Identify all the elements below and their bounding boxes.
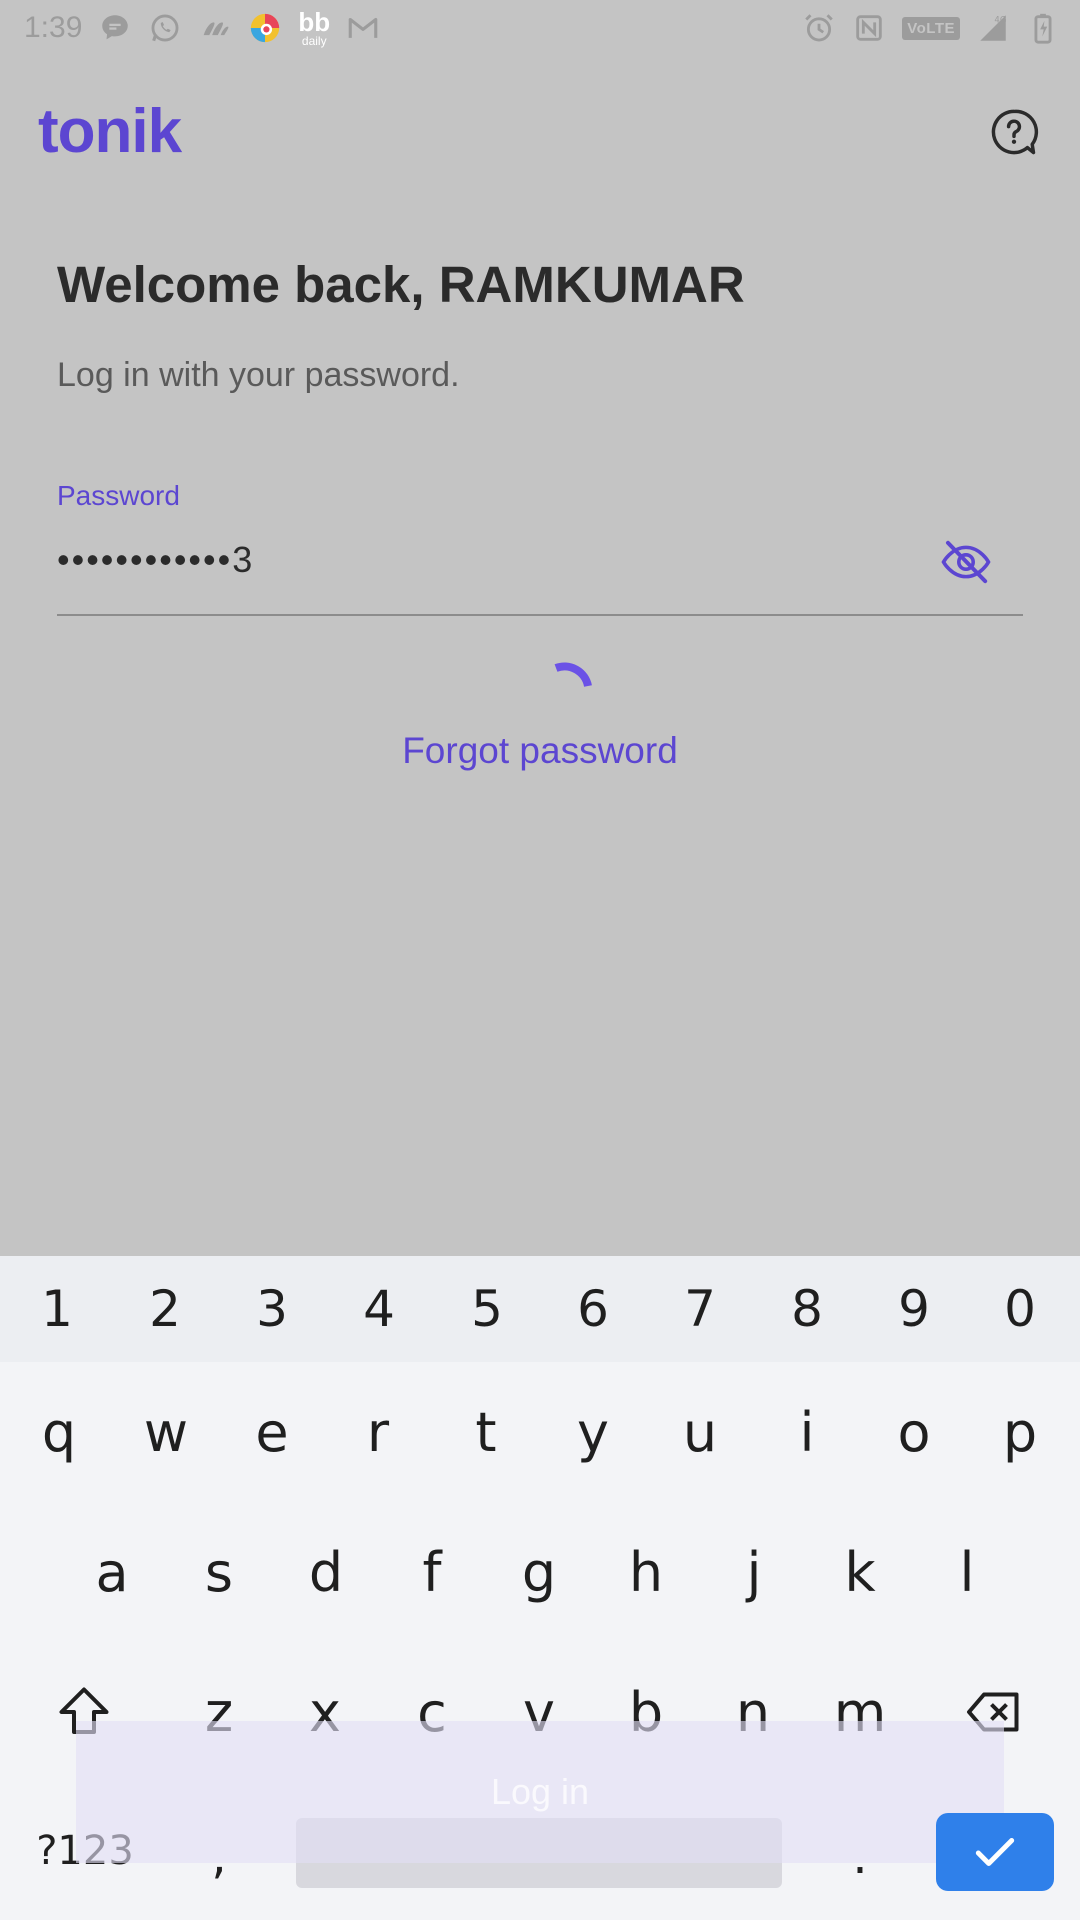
key-y[interactable]: y	[539, 1362, 647, 1502]
welcome-title: Welcome back, RAMKUMAR	[57, 256, 745, 313]
key-j[interactable]: j	[700, 1502, 808, 1642]
key-1[interactable]: 1	[3, 1256, 111, 1362]
chat-bubble-icon	[98, 11, 132, 45]
login-button[interactable]: Log in	[76, 1721, 1004, 1863]
svg-text:4G: 4G	[994, 15, 1006, 25]
colorful-app-icon	[248, 11, 282, 45]
key-5[interactable]: 5	[433, 1256, 541, 1362]
keyboard-row-qwerty: q w e r t y u i o p	[0, 1362, 1080, 1502]
key-k[interactable]: k	[806, 1502, 914, 1642]
key-o[interactable]: o	[860, 1362, 968, 1502]
key-8[interactable]: 8	[753, 1256, 861, 1362]
key-6[interactable]: 6	[539, 1256, 647, 1362]
password-underline	[57, 614, 1023, 616]
battery-icon	[1026, 11, 1060, 45]
status-right: VoLTE 4G	[802, 11, 1060, 45]
signal-icon: 4G	[976, 11, 1010, 45]
password-label: Password	[57, 480, 180, 511]
status-time: 1:39	[24, 11, 83, 44]
paw-icon	[198, 11, 232, 45]
key-g[interactable]: g	[485, 1502, 593, 1642]
key-l[interactable]: l	[913, 1502, 1021, 1642]
key-0[interactable]: 0	[966, 1256, 1074, 1362]
key-q[interactable]: q	[5, 1362, 113, 1502]
key-w[interactable]: w	[112, 1362, 220, 1502]
tonik-logo: tonik	[38, 97, 182, 166]
key-f[interactable]: f	[378, 1502, 486, 1642]
key-t[interactable]: t	[432, 1362, 540, 1502]
alarm-icon	[802, 11, 836, 45]
key-e[interactable]: e	[218, 1362, 326, 1502]
bb-label: bb	[298, 7, 331, 37]
nfc-icon	[852, 11, 886, 45]
gmail-icon	[346, 11, 380, 45]
whatsapp-icon	[148, 11, 182, 45]
key-3[interactable]: 3	[218, 1256, 326, 1362]
bb-sub-label: daily	[301, 34, 327, 48]
help-chat-icon	[991, 109, 1039, 155]
volte-icon: VoLTE	[902, 16, 960, 40]
key-r[interactable]: r	[324, 1362, 432, 1502]
key-2[interactable]: 2	[111, 1256, 219, 1362]
key-i[interactable]: i	[753, 1362, 861, 1502]
help-button[interactable]	[986, 104, 1042, 160]
key-u[interactable]: u	[646, 1362, 754, 1502]
welcome-subtitle: Log in with your password.	[57, 356, 460, 394]
checkmark-icon	[975, 1838, 1015, 1866]
key-7[interactable]: 7	[646, 1256, 754, 1362]
eye-off-icon	[941, 540, 991, 584]
key-s[interactable]: s	[165, 1502, 273, 1642]
keyboard-number-row: 1 2 3 4 5 6 7 8 9 0	[0, 1256, 1080, 1362]
key-a[interactable]: a	[58, 1502, 166, 1642]
loading-spinner-icon	[554, 662, 592, 688]
key-9[interactable]: 9	[860, 1256, 968, 1362]
status-bar: 1:39 bb daily VoLTE 4G	[0, 0, 1080, 56]
status-left: 1:39 bb daily	[24, 9, 380, 47]
enter-key[interactable]	[936, 1813, 1054, 1891]
key-d[interactable]: d	[272, 1502, 380, 1642]
key-h[interactable]: h	[592, 1502, 700, 1642]
key-p[interactable]: p	[966, 1362, 1074, 1502]
password-visibility-toggle[interactable]	[938, 534, 994, 590]
bb-daily-icon: bb daily	[298, 9, 330, 47]
keyboard-row-asdf: a s d f g h j k l	[0, 1502, 1080, 1642]
password-field[interactable]: ••••••••••••3	[57, 539, 254, 581]
forgot-password-link[interactable]: Forgot password	[0, 730, 1080, 772]
key-4[interactable]: 4	[325, 1256, 433, 1362]
